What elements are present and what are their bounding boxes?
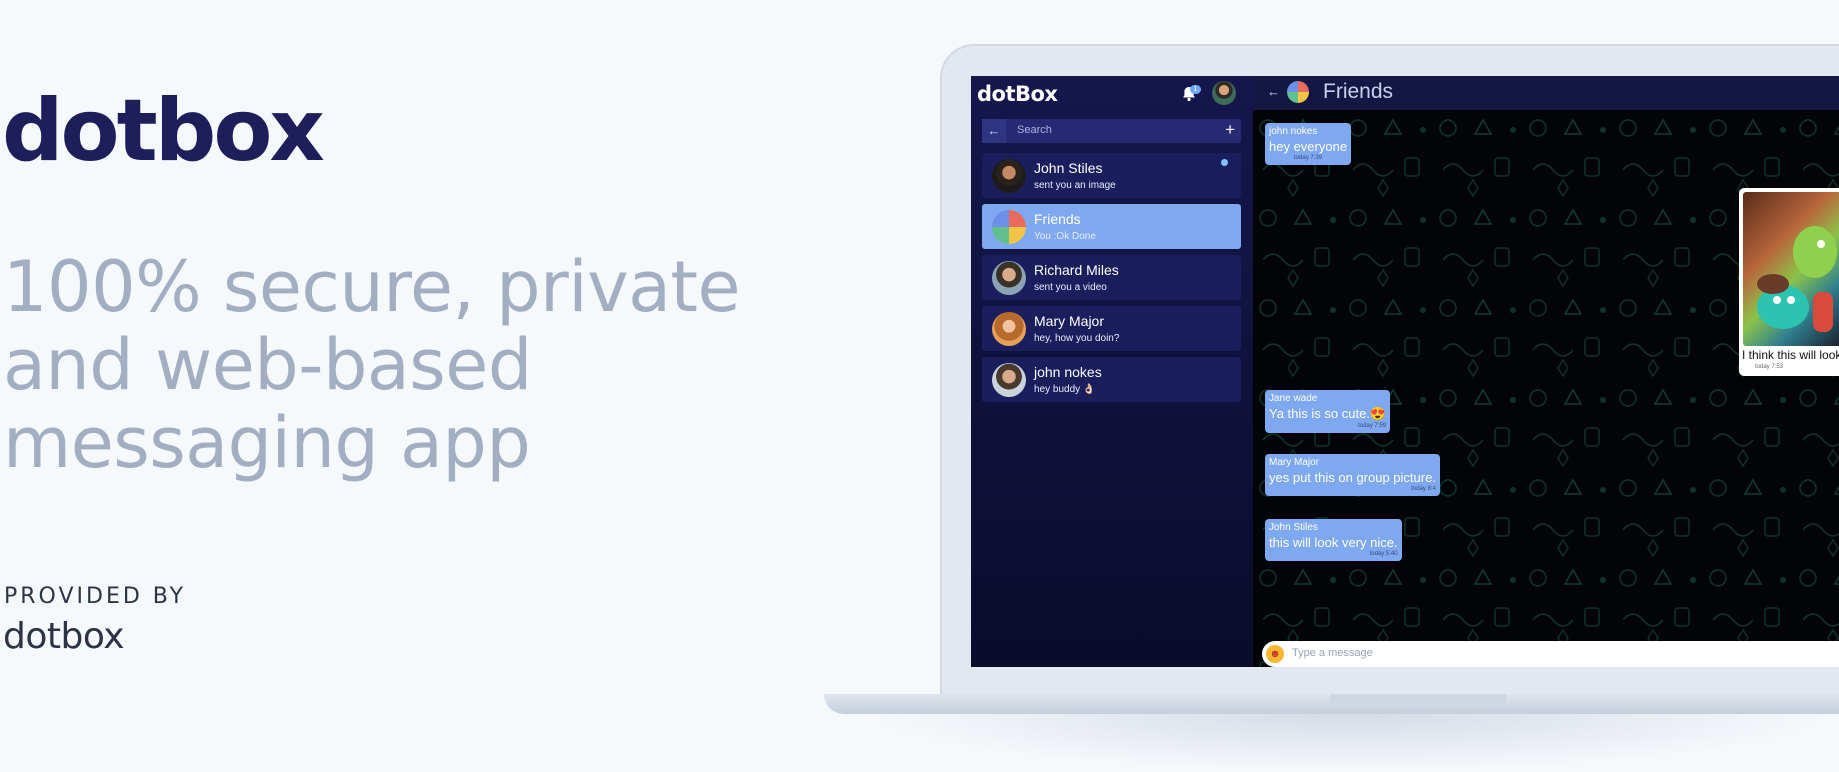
avatar (992, 210, 1026, 244)
avatar (992, 261, 1026, 295)
notification-badge: 1 (1190, 85, 1201, 94)
message-text: hey everyone (1269, 139, 1348, 154)
provided-by-label: PROVIDED BY (4, 584, 187, 609)
message-bubble[interactable]: Mary Major yes put this on group picture… (1265, 454, 1440, 496)
chat-name: john nokes (1034, 364, 1102, 380)
image-caption: I think this will look (1742, 348, 1839, 362)
chat-name: Mary Major (1034, 313, 1105, 329)
chat-preview: hey, how you doin? (1034, 333, 1120, 344)
chat-header: ← Friends (1253, 76, 1839, 110)
shared-image[interactable] (1743, 192, 1839, 346)
brand-title: dotbox (2, 81, 325, 181)
avatar (992, 312, 1026, 346)
back-arrow-icon[interactable]: ← (982, 119, 1006, 143)
tagline-line-3: messaging app (3, 402, 531, 484)
message-bubble[interactable]: john nokes hey everyone today 7:39 (1265, 123, 1352, 165)
provided-by-name: dotbox (3, 616, 125, 657)
sidebar: dotBox 1 ← Search + John Stiles sent you… (971, 76, 1253, 667)
chat-title: Friends (1323, 80, 1394, 103)
message-time: today 7:59 (1358, 423, 1387, 429)
message-bubble[interactable]: Jane wade Ya this is so cute.😍 today 7:5… (1265, 390, 1391, 433)
message-bubble[interactable]: John Stiles this will look very nice. to… (1265, 519, 1402, 561)
message-sender: John Stiles (1269, 522, 1318, 533)
emoji-icon[interactable]: ☻ (1266, 645, 1284, 663)
chat-item-john-nokes[interactable]: john nokes hey buddy 👌🏻 (982, 357, 1241, 402)
message-time: today 7:39 (1294, 155, 1323, 161)
chat-item-john-stiles[interactable]: John Stiles sent you an image (982, 153, 1241, 198)
group-avatar[interactable] (1287, 81, 1309, 103)
image-illustration (1757, 226, 1837, 332)
chat-preview: You :Ok Done (1034, 231, 1096, 242)
message-time: today 7:53 (1755, 364, 1784, 370)
search-input[interactable]: Search (1017, 124, 1052, 136)
app-screen: dotBox 1 ← Search + John Stiles sent you… (971, 76, 1839, 667)
user-avatar[interactable] (1212, 81, 1236, 105)
plus-icon[interactable]: + (1225, 120, 1235, 140)
message-sender: Mary Major (1269, 457, 1320, 468)
chat-item-friends[interactable]: Friends You :Ok Done (982, 204, 1241, 249)
message-time: today 8:4 (1411, 486, 1436, 492)
laptop-base-notch (1330, 694, 1506, 704)
message-sender: john nokes (1269, 126, 1318, 137)
app-logo: dotBox (977, 82, 1058, 106)
chat-item-mary-major[interactable]: Mary Major hey, how you doin? (982, 306, 1241, 351)
chat-preview: sent you a video (1034, 282, 1107, 293)
tagline-line-1: 100% secure, private (3, 246, 741, 328)
chat-name: Richard Miles (1034, 262, 1119, 278)
laptop-shadow (860, 714, 1839, 772)
message-composer: ☻ (1262, 641, 1839, 667)
message-input[interactable] (1290, 646, 1814, 660)
avatar (992, 159, 1026, 193)
avatar (992, 363, 1026, 397)
message-time: today 5:40 (1369, 551, 1398, 557)
message-text: Ya this is so cute.😍 (1269, 406, 1387, 421)
tagline: 100% secure, private and web-based messa… (3, 248, 763, 482)
chat-preview: sent you an image (1034, 180, 1116, 191)
unread-indicator (1221, 159, 1228, 166)
message-text: this will look very nice. (1269, 535, 1398, 550)
message-text: yes put this on group picture. (1269, 470, 1436, 485)
chat-preview: hey buddy 👌🏻 (1034, 384, 1096, 395)
tagline-line-2: and web-based (3, 324, 532, 406)
message-sender: Jane wade (1269, 393, 1318, 404)
search-bar[interactable]: ← Search + (982, 119, 1241, 143)
image-message[interactable]: I think this will look today 7:53 (1739, 188, 1839, 376)
chat-name: John Stiles (1034, 160, 1103, 176)
chat-item-richard-miles[interactable]: Richard Miles sent you a video (982, 255, 1241, 300)
back-arrow-icon[interactable]: ← (1267, 84, 1280, 99)
chat-name: Friends (1034, 211, 1081, 227)
